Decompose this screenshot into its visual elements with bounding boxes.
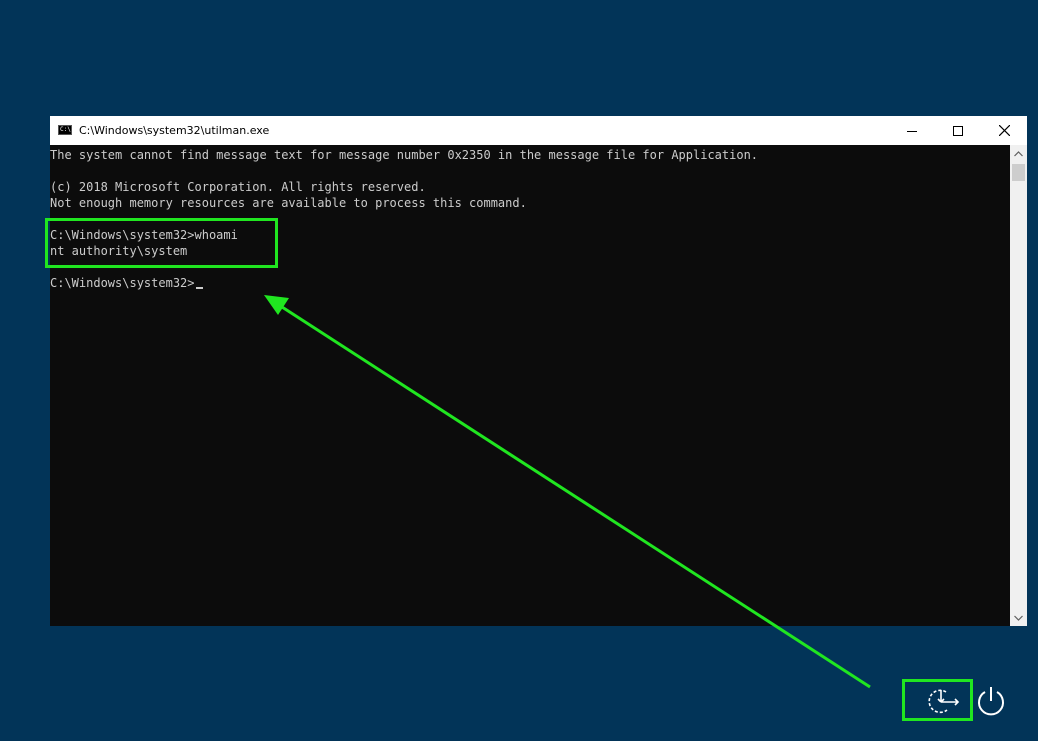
scroll-thumb[interactable]	[1012, 164, 1025, 181]
minimize-icon	[907, 130, 917, 132]
maximize-button[interactable]	[935, 116, 981, 145]
scroll-down-button[interactable]	[1010, 609, 1027, 626]
text-cursor	[195, 287, 203, 289]
console-output[interactable]: The system cannot find message text for …	[50, 145, 1010, 626]
ease-of-access-icon[interactable]	[924, 685, 960, 717]
chevron-up-icon	[1014, 150, 1023, 156]
scroll-up-button[interactable]	[1010, 145, 1027, 162]
minimize-button[interactable]	[889, 116, 935, 145]
console-line: C:\Windows\system32>whoami	[50, 228, 238, 242]
window-title: C:\Windows\system32\utilman.exe	[79, 124, 270, 137]
power-icon[interactable]	[975, 685, 1007, 717]
chevron-down-icon	[1014, 615, 1023, 621]
close-button[interactable]	[981, 116, 1027, 145]
vertical-scrollbar[interactable]	[1010, 145, 1027, 626]
console-line: The system cannot find message text for …	[50, 148, 759, 162]
cmd-icon: C:\	[58, 125, 72, 135]
console-prompt-line[interactable]: C:\Windows\system32>	[50, 275, 203, 291]
title-bar[interactable]: C:\ C:\Windows\system32\utilman.exe	[50, 116, 1027, 145]
console-line: Not enough memory resources are availabl…	[50, 196, 527, 210]
console-line: (c) 2018 Microsoft Corporation. All righ…	[50, 180, 426, 194]
cmd-window[interactable]: C:\ C:\Windows\system32\utilman.exe The …	[50, 116, 1027, 626]
console-prompt: C:\Windows\system32>	[50, 276, 195, 290]
console-line: nt authority\system	[50, 244, 188, 258]
maximize-icon	[953, 125, 963, 136]
close-icon	[998, 125, 1010, 136]
